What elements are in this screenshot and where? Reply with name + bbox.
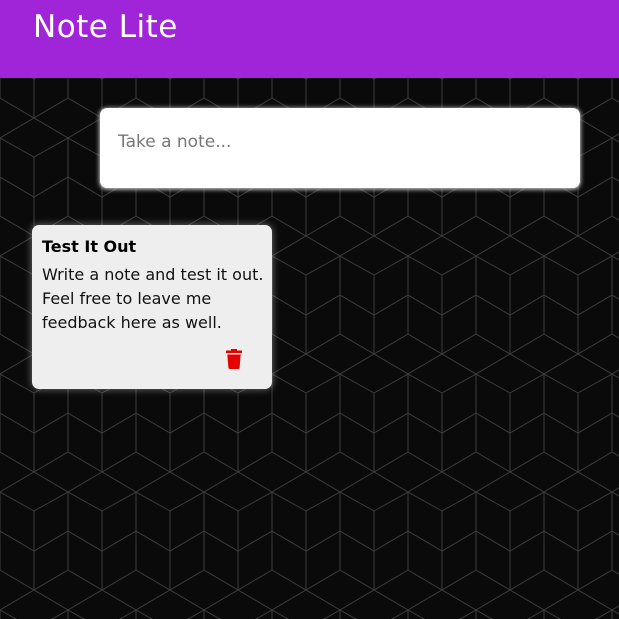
note-content: Write a note and test it out. Feel free … [42, 265, 264, 332]
delete-note-button[interactable] [220, 345, 248, 373]
trash-icon [226, 349, 242, 369]
note-card: Test It Out Write a note and test it out… [32, 225, 272, 389]
take-note-input[interactable] [118, 128, 558, 156]
app-header: Note Lite [0, 0, 619, 78]
note-title: Test It Out [42, 237, 137, 256]
create-note-form [100, 108, 580, 188]
app-title: Note Lite [33, 8, 178, 45]
